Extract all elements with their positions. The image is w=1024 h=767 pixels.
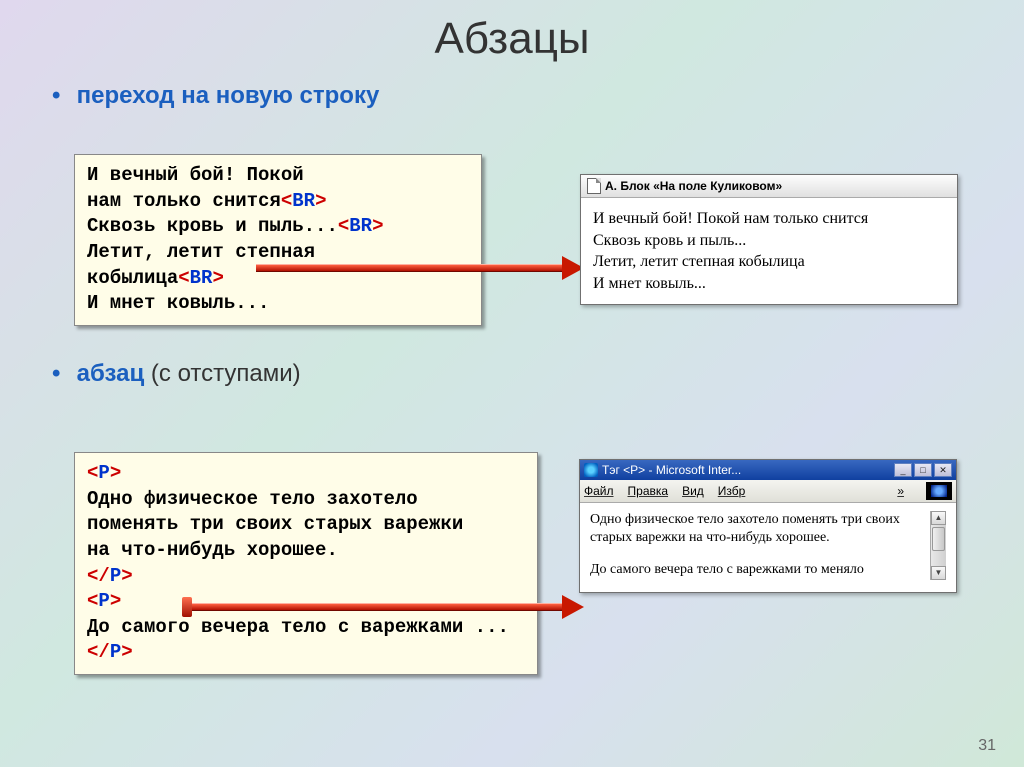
code-example-br: И вечный бой! Покой нам только снится<BR… <box>74 154 482 326</box>
scroll-up-button[interactable]: ▲ <box>931 511 946 525</box>
bullet-2-plain: (с отступами) <box>144 360 300 387</box>
close-button[interactable]: ✕ <box>934 463 952 477</box>
code-line: нам только снится<BR> <box>87 189 469 215</box>
bullet-2-bold: абзац <box>77 360 145 387</box>
code-example-p: <P> Одно физическое тело захотело поменя… <box>74 452 538 675</box>
window-titlebar: Тэг <P> - Microsoft Inter... _ □ ✕ <box>580 460 956 480</box>
maximize-button[interactable]: □ <box>914 463 932 477</box>
browser-preview-2: Тэг <P> - Microsoft Inter... _ □ ✕ Файл … <box>579 459 957 593</box>
code-line: на что-нибудь хорошее. <box>87 538 525 564</box>
bullet-1: • переход на новую строку <box>52 82 1024 110</box>
code-line: </P> <box>87 640 525 666</box>
code-line: <P> <box>87 461 525 487</box>
window-title: Тэг <P> - Microsoft Inter... <box>602 463 890 477</box>
page-number: 31 <box>978 737 996 755</box>
ie-throbber-icon <box>926 482 952 500</box>
bullet-dot: • <box>52 82 70 110</box>
text-line: И вечный бой! Покой нам только снится <box>593 208 945 230</box>
code-line: поменять три своих старых варежки <box>87 512 525 538</box>
menu-edit[interactable]: Правка <box>628 484 669 498</box>
menubar: Файл Правка Вид Избр » <box>580 480 956 503</box>
rendered-content: Одно физическое тело захотело поменять т… <box>580 503 956 592</box>
code-line: Одно физическое тело захотело <box>87 487 525 513</box>
ie-icon <box>584 463 598 477</box>
browser-preview-1: А. Блок «На поле Куликовом» И вечный бой… <box>580 174 958 305</box>
text-line: И мнет ковыль... <box>593 273 945 295</box>
text-line: Летит, летит степная кобылица <box>593 251 945 273</box>
menu-overflow[interactable]: » <box>893 484 908 498</box>
scrollbar[interactable]: ▲ ▼ <box>930 511 946 580</box>
rendered-content: И вечный бой! Покой нам только снится Ск… <box>581 198 957 304</box>
arrow-icon <box>256 262 584 274</box>
code-line: </P> <box>87 564 525 590</box>
code-line: До самого вечера тело с варежками ... <box>87 615 525 641</box>
code-line: И вечный бой! Покой <box>87 163 469 189</box>
slide-title: Абзацы <box>0 0 1024 64</box>
bullet-dot: • <box>52 360 70 388</box>
menu-favorites[interactable]: Избр <box>718 484 746 498</box>
minimize-button[interactable]: _ <box>894 463 912 477</box>
text-line: Сквозь кровь и пыль... <box>593 230 945 252</box>
arrow-icon <box>188 601 584 613</box>
scroll-down-button[interactable]: ▼ <box>931 566 946 580</box>
bullet-2: • абзац (с отступами) <box>52 360 1024 388</box>
window-title: А. Блок «На поле Куликовом» <box>605 179 782 193</box>
menu-view[interactable]: Вид <box>682 484 704 498</box>
scroll-thumb[interactable] <box>932 527 945 551</box>
bullet-1-text: переход на новую строку <box>77 82 380 109</box>
window-titlebar: А. Блок «На поле Куликовом» <box>581 175 957 198</box>
menu-file[interactable]: Файл <box>584 484 614 498</box>
code-line: Сквозь кровь и пыль...<BR> <box>87 214 469 240</box>
paragraph: Одно физическое тело захотело поменять т… <box>590 511 930 547</box>
document-icon <box>587 178 601 194</box>
code-line: И мнет ковыль... <box>87 291 469 317</box>
paragraph: До самого вечера тело с варежками то мен… <box>590 561 930 579</box>
